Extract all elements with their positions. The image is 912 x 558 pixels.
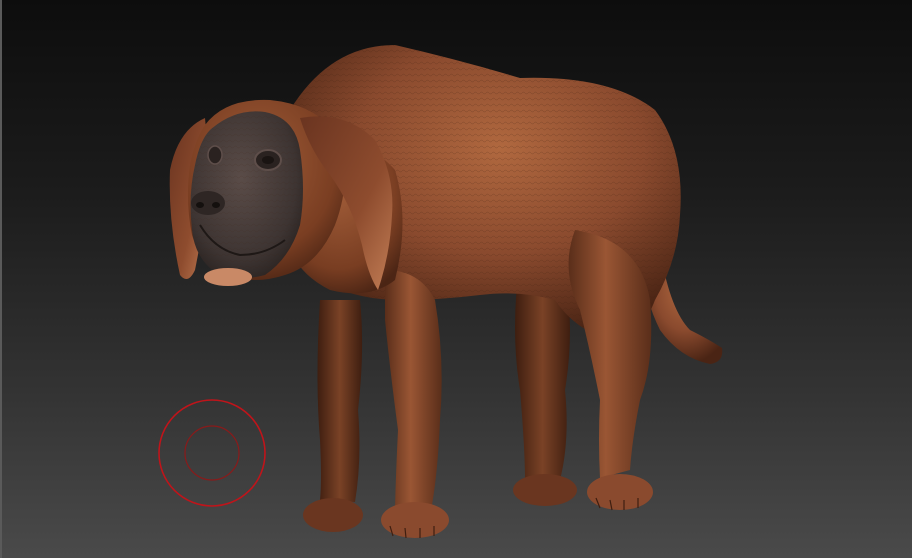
right-eye bbox=[207, 145, 223, 165]
sculpt-viewport[interactable] bbox=[0, 0, 912, 558]
near-front-leg bbox=[381, 270, 449, 539]
far-front-leg bbox=[303, 300, 363, 532]
nose bbox=[191, 191, 225, 215]
lower-lip bbox=[204, 268, 252, 286]
near-hind-leg bbox=[568, 230, 653, 511]
dog-3d-model[interactable] bbox=[0, 0, 912, 558]
